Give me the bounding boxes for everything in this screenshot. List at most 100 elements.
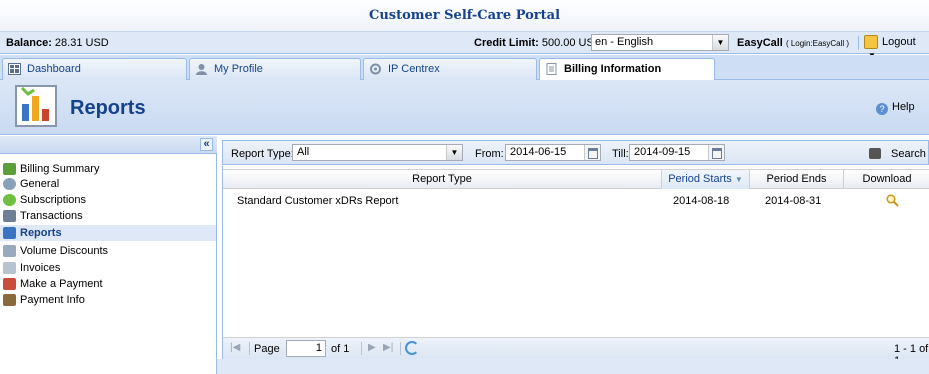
calendar-icon[interactable] bbox=[584, 145, 600, 160]
reports-chart-icon bbox=[15, 85, 57, 127]
column-download[interactable]: Download bbox=[844, 170, 929, 189]
billing-document-icon bbox=[546, 63, 557, 75]
sidebar-item-label: Transactions bbox=[20, 210, 83, 222]
sidebar: « Billing Summary General Subscriptions … bbox=[0, 136, 217, 374]
report-type-select[interactable]: All ▼ bbox=[292, 144, 463, 161]
sidebar-header: « bbox=[0, 136, 217, 154]
report-filter-toolbar: Report Type: All ▼ From: 2014-06-15 Till… bbox=[222, 140, 929, 165]
chevron-down-icon[interactable]: ▼ bbox=[446, 145, 462, 160]
balance-label: Balance: bbox=[6, 37, 52, 49]
balance-display: Balance: 28.31 USD bbox=[6, 37, 109, 49]
subscriptions-icon bbox=[3, 194, 16, 206]
user-display: EasyCall ( Login:EasyCall ) bbox=[737, 37, 849, 49]
sidebar-item-reports[interactable]: Reports bbox=[0, 225, 216, 241]
user-name: EasyCall bbox=[737, 37, 783, 49]
page-number-input[interactable]: 1 bbox=[286, 340, 326, 357]
tab-dashboard[interactable]: Dashboard bbox=[2, 58, 187, 80]
sidebar-item-label: Subscriptions bbox=[20, 194, 87, 206]
table-row[interactable]: Standard Customer xDRs Report 2014-08-18… bbox=[223, 191, 929, 211]
balance-value: 28.31 USD bbox=[54, 37, 109, 49]
reports-icon bbox=[3, 227, 16, 239]
next-page-icon[interactable]: ▶ bbox=[368, 342, 376, 353]
report-type-value: All bbox=[297, 146, 310, 158]
help-button[interactable]: ? Help bbox=[876, 101, 915, 115]
binoculars-icon bbox=[869, 148, 881, 159]
page-header: Reports ? Help bbox=[0, 80, 929, 135]
general-gears-icon bbox=[3, 178, 16, 190]
sidebar-item-subscriptions[interactable]: Subscriptions bbox=[0, 192, 216, 208]
portal-title: Customer Self-Care Portal bbox=[368, 8, 561, 23]
cell-period-ends: 2014-08-31 bbox=[765, 195, 822, 207]
last-page-icon[interactable]: ▶| bbox=[383, 342, 393, 353]
sidebar-item-invoices[interactable]: Invoices bbox=[0, 260, 216, 276]
divider bbox=[858, 36, 859, 50]
sidebar-item-transactions[interactable]: Transactions bbox=[0, 208, 216, 224]
tab-ip-centrex[interactable]: IP Centrex bbox=[363, 58, 537, 80]
sidebar-item-make-a-payment[interactable]: Make a Payment bbox=[0, 276, 216, 292]
from-label: From: bbox=[475, 148, 504, 160]
sidebar-item-label: General bbox=[20, 178, 60, 190]
main-tab-strip: Dashboard My Profile IP Centrex Billing … bbox=[0, 55, 929, 81]
language-value: en - English bbox=[595, 36, 654, 48]
grid-header: Report Type Period Starts ▼ Period Ends … bbox=[223, 169, 929, 189]
credit-limit-display: Credit Limit: 500.00 USD bbox=[474, 37, 602, 49]
pagination-toolbar: |◀ Page 1 of 1 ▶ ▶| 1 - 1 of 1 bbox=[222, 337, 929, 367]
sidebar-item-label: Make a Payment bbox=[20, 278, 103, 290]
column-label: Period Starts bbox=[668, 173, 732, 185]
till-label: Till: bbox=[612, 148, 629, 160]
volume-discounts-icon bbox=[3, 245, 16, 257]
tab-label: My Profile bbox=[214, 63, 263, 75]
credit-limit-label: Credit Limit: bbox=[474, 37, 539, 49]
sort-desc-icon: ▼ bbox=[734, 175, 743, 184]
cell-report-type: Standard Customer xDRs Report bbox=[237, 195, 399, 207]
sidebar-item-payment-info[interactable]: Payment Info bbox=[0, 292, 216, 308]
billing-summary-icon bbox=[3, 163, 16, 175]
help-label: Help bbox=[892, 101, 915, 113]
report-type-label: Report Type: bbox=[231, 148, 294, 160]
portal-title-bar: Customer Self-Care Portal bbox=[0, 0, 929, 32]
divider bbox=[249, 342, 250, 355]
column-period-ends[interactable]: Period Ends bbox=[750, 170, 844, 189]
from-date-field[interactable]: 2014-06-15 bbox=[505, 144, 601, 161]
bottom-bar bbox=[217, 359, 929, 374]
logout-label: Logout bbox=[882, 35, 916, 48]
sidebar-item-label: Volume Discounts bbox=[20, 245, 109, 257]
language-select[interactable]: en - English ▼ bbox=[591, 34, 729, 51]
sidebar-item-label: Payment Info bbox=[20, 294, 85, 306]
tab-my-profile[interactable]: My Profile bbox=[189, 58, 361, 80]
column-period-starts[interactable]: Period Starts ▼ bbox=[662, 170, 750, 189]
tab-label: IP Centrex bbox=[388, 63, 440, 75]
sidebar-item-volume-discounts[interactable]: Volume Discounts bbox=[0, 243, 216, 259]
cell-period-starts: 2014-08-18 bbox=[673, 195, 730, 207]
first-page-icon[interactable]: |◀ bbox=[230, 342, 240, 353]
transactions-icon bbox=[3, 210, 16, 222]
divider bbox=[361, 342, 362, 355]
magnifier-icon[interactable] bbox=[886, 194, 899, 207]
profile-icon bbox=[196, 64, 207, 75]
collapse-sidebar-icon[interactable]: « bbox=[200, 138, 213, 151]
page-label: Page bbox=[254, 343, 280, 355]
sidebar-item-general[interactable]: General bbox=[0, 176, 216, 192]
sidebar-item-label: Billing Summary bbox=[20, 163, 100, 175]
refresh-icon[interactable] bbox=[405, 341, 419, 355]
column-report-type[interactable]: Report Type bbox=[223, 170, 662, 189]
chevron-down-icon[interactable]: ▼ bbox=[712, 35, 728, 50]
account-info-bar: Balance: 28.31 USD Credit Limit: 500.00 … bbox=[0, 32, 929, 60]
user-login: ( Login:EasyCall ) bbox=[785, 39, 850, 48]
till-date-field[interactable]: 2014-09-15 bbox=[629, 144, 725, 161]
ip-centrex-icon bbox=[370, 63, 381, 75]
sidebar-item-billing-summary[interactable]: Billing Summary bbox=[0, 161, 216, 177]
divider bbox=[400, 342, 401, 355]
lock-icon bbox=[864, 35, 878, 49]
tab-label: Billing Information bbox=[564, 63, 662, 75]
tab-billing-information[interactable]: Billing Information bbox=[539, 58, 715, 81]
calendar-icon[interactable] bbox=[708, 145, 724, 160]
dashboard-icon bbox=[8, 63, 21, 75]
sidebar-item-label: Reports bbox=[20, 227, 62, 239]
search-button[interactable]: Search bbox=[869, 148, 926, 160]
make-payment-icon bbox=[3, 278, 16, 290]
page-total: of 1 bbox=[331, 343, 350, 355]
from-date-value: 2014-06-15 bbox=[510, 146, 567, 158]
tab-label: Dashboard bbox=[27, 63, 81, 75]
page-title: Reports bbox=[70, 97, 146, 119]
